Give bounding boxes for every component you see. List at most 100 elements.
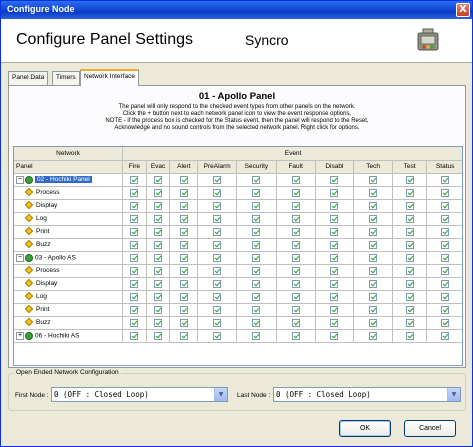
event-checkbox[interactable] <box>179 175 188 184</box>
event-checkbox[interactable] <box>252 253 261 262</box>
tab-timers[interactable]: Timers <box>52 71 80 85</box>
event-checkbox[interactable] <box>291 305 300 314</box>
event-checkbox[interactable] <box>330 188 339 197</box>
event-checkbox[interactable] <box>441 305 450 314</box>
event-checkbox[interactable] <box>369 318 378 327</box>
event-checkbox[interactable] <box>291 201 300 210</box>
event-action-name[interactable]: Print <box>36 306 49 313</box>
event-checkbox[interactable] <box>252 240 261 249</box>
event-checkbox[interactable] <box>252 201 261 210</box>
event-checkbox[interactable] <box>405 201 414 210</box>
event-checkbox[interactable] <box>154 253 163 262</box>
event-checkbox[interactable] <box>369 214 378 223</box>
event-checkbox[interactable] <box>252 188 261 197</box>
event-checkbox[interactable] <box>291 175 300 184</box>
event-checkbox[interactable] <box>154 305 163 314</box>
event-checkbox[interactable] <box>213 331 222 340</box>
event-checkbox[interactable] <box>330 214 339 223</box>
title-bar[interactable]: Configure Node X <box>1 1 472 19</box>
event-checkbox[interactable] <box>213 175 222 184</box>
expand-icon[interactable]: + <box>16 331 24 340</box>
event-checkbox[interactable] <box>441 214 450 223</box>
event-checkbox[interactable] <box>252 279 261 288</box>
event-checkbox[interactable] <box>213 188 222 197</box>
event-checkbox[interactable] <box>252 292 261 301</box>
event-checkbox[interactable] <box>291 292 300 301</box>
event-checkbox[interactable] <box>405 305 414 314</box>
event-checkbox[interactable] <box>441 331 450 340</box>
event-checkbox[interactable] <box>369 253 378 262</box>
event-checkbox[interactable] <box>213 227 222 236</box>
event-checkbox[interactable] <box>369 175 378 184</box>
event-checkbox[interactable] <box>330 318 339 327</box>
event-checkbox[interactable] <box>130 188 139 197</box>
event-checkbox[interactable] <box>213 292 222 301</box>
event-checkbox[interactable] <box>441 175 450 184</box>
tab-network-interface[interactable]: Network Interface <box>80 69 139 86</box>
event-checkbox[interactable] <box>130 175 139 184</box>
event-checkbox[interactable] <box>369 266 378 275</box>
event-checkbox[interactable] <box>441 266 450 275</box>
event-checkbox[interactable] <box>405 188 414 197</box>
event-checkbox[interactable] <box>291 214 300 223</box>
event-action-name[interactable]: Process <box>36 267 59 274</box>
event-checkbox[interactable] <box>213 201 222 210</box>
event-checkbox[interactable] <box>130 240 139 249</box>
event-checkbox[interactable] <box>291 227 300 236</box>
event-action-name[interactable]: Process <box>36 189 59 196</box>
event-checkbox[interactable] <box>179 201 188 210</box>
event-checkbox[interactable] <box>291 240 300 249</box>
event-checkbox[interactable] <box>369 331 378 340</box>
event-checkbox[interactable] <box>330 253 339 262</box>
event-checkbox[interactable] <box>291 318 300 327</box>
event-checkbox[interactable] <box>154 188 163 197</box>
event-checkbox[interactable] <box>154 201 163 210</box>
event-checkbox[interactable] <box>154 240 163 249</box>
event-checkbox[interactable] <box>154 214 163 223</box>
event-checkbox[interactable] <box>154 279 163 288</box>
chevron-down-icon[interactable]: ▼ <box>447 388 460 401</box>
event-checkbox[interactable] <box>252 175 261 184</box>
network-panel-name[interactable]: 03 - Apollo AS <box>35 254 76 261</box>
event-checkbox[interactable] <box>369 188 378 197</box>
event-checkbox[interactable] <box>154 266 163 275</box>
event-checkbox[interactable] <box>130 201 139 210</box>
event-checkbox[interactable] <box>154 318 163 327</box>
event-checkbox[interactable] <box>405 175 414 184</box>
event-checkbox[interactable] <box>154 227 163 236</box>
event-checkbox[interactable] <box>130 266 139 275</box>
event-checkbox[interactable] <box>130 305 139 314</box>
event-checkbox[interactable] <box>441 227 450 236</box>
event-checkbox[interactable] <box>213 214 222 223</box>
event-checkbox[interactable] <box>441 292 450 301</box>
event-checkbox[interactable] <box>130 331 139 340</box>
event-checkbox[interactable] <box>291 188 300 197</box>
event-checkbox[interactable] <box>179 188 188 197</box>
event-checkbox[interactable] <box>441 240 450 249</box>
event-checkbox[interactable] <box>130 227 139 236</box>
event-checkbox[interactable] <box>213 240 222 249</box>
chevron-down-icon[interactable]: ▼ <box>214 388 227 401</box>
event-action-name[interactable]: Display <box>36 202 57 209</box>
event-checkbox[interactable] <box>405 227 414 236</box>
event-checkbox[interactable] <box>330 201 339 210</box>
event-checkbox[interactable] <box>369 305 378 314</box>
collapse-icon[interactable]: − <box>16 253 24 262</box>
event-checkbox[interactable] <box>405 318 414 327</box>
last-node-select[interactable]: 0 (OFF : Closed Loop) ▼ <box>273 387 461 402</box>
event-action-name[interactable]: Buzz <box>36 319 50 326</box>
event-checkbox[interactable] <box>330 279 339 288</box>
event-checkbox[interactable] <box>179 305 188 314</box>
event-checkbox[interactable] <box>330 292 339 301</box>
event-checkbox[interactable] <box>291 279 300 288</box>
event-checkbox[interactable] <box>213 305 222 314</box>
event-checkbox[interactable] <box>179 214 188 223</box>
event-checkbox[interactable] <box>130 292 139 301</box>
event-checkbox[interactable] <box>330 240 339 249</box>
event-checkbox[interactable] <box>130 214 139 223</box>
event-checkbox[interactable] <box>291 331 300 340</box>
event-checkbox[interactable] <box>130 253 139 262</box>
event-action-name[interactable]: Log <box>36 215 47 222</box>
event-checkbox[interactable] <box>405 240 414 249</box>
event-checkbox[interactable] <box>330 175 339 184</box>
